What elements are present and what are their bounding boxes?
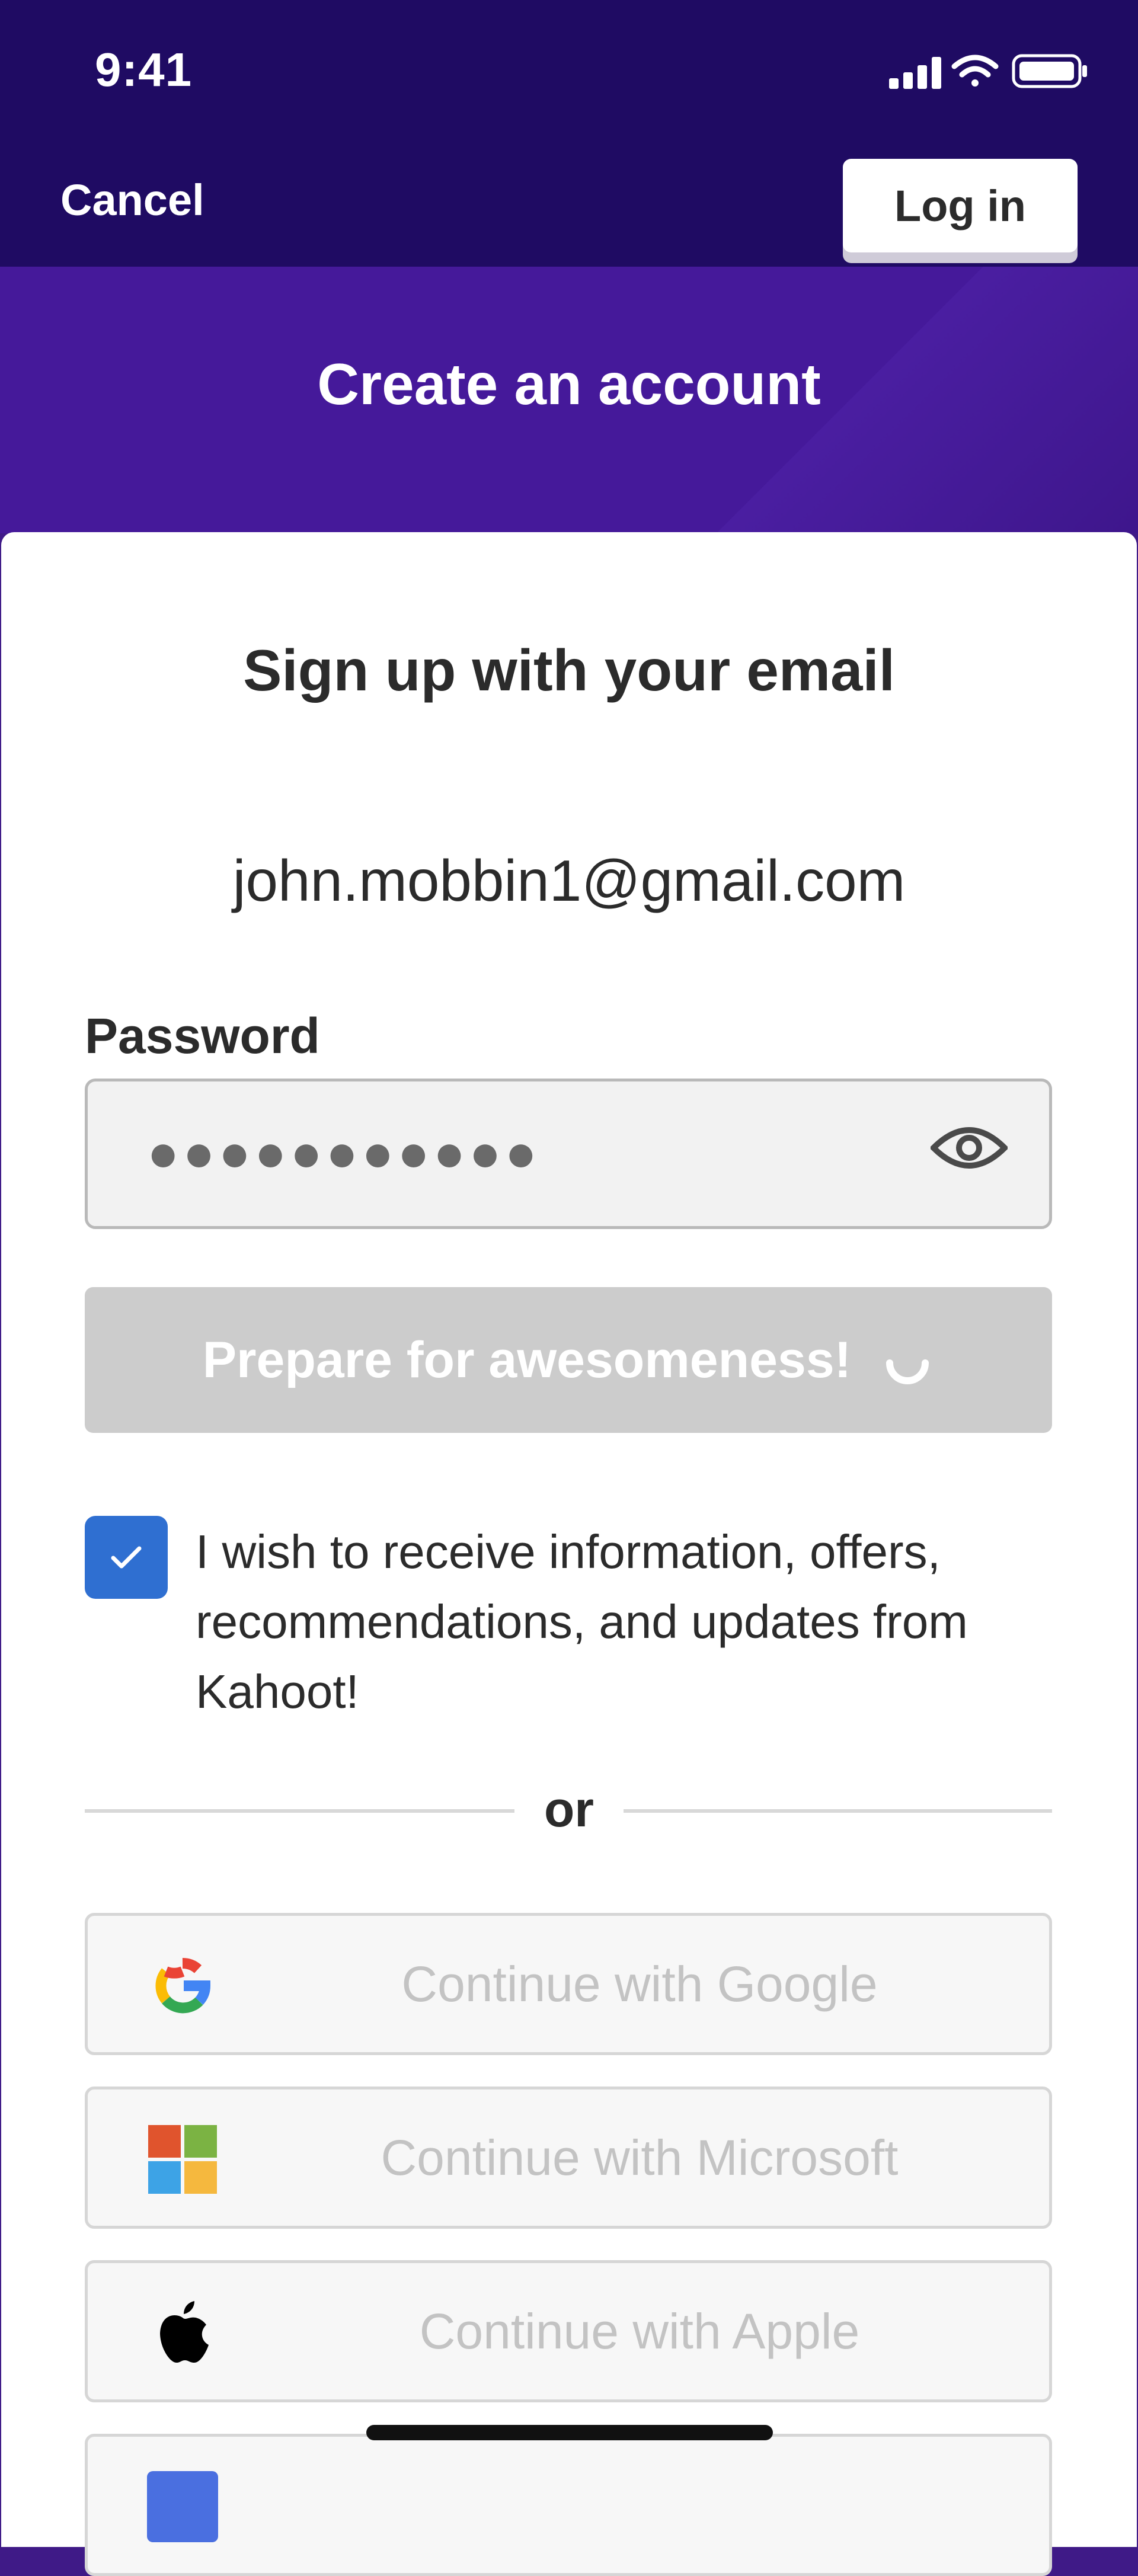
top-bar: 9:41 Cancel Log in (0, 0, 1138, 267)
consent-checkbox[interactable] (85, 1516, 168, 1599)
microsoft-label: Continue with Microsoft (381, 2130, 899, 2185)
consent-text: I wish to receive information, offers, r… (196, 1525, 968, 1718)
wifi-icon (951, 55, 999, 87)
divider-or: or (544, 1781, 594, 1837)
submit-button[interactable]: Prepare for awesomeness! (85, 1287, 1052, 1433)
cancel-button[interactable]: Cancel (60, 175, 204, 225)
status-time: 9:41 (95, 43, 193, 96)
login-button[interactable]: Log in (843, 159, 1078, 252)
eye-icon[interactable] (931, 1118, 1008, 1177)
divider-line-right (624, 1809, 1052, 1813)
microsoft-icon (148, 2125, 217, 2194)
password-value: ●●●●●●●●●●● (147, 1124, 541, 1183)
password-label: Password (85, 1008, 320, 1064)
apple-label: Continue with Apple (419, 2303, 860, 2359)
email-display: john.mobbin1@gmail.com (232, 848, 906, 913)
hero-banner: Create an account (0, 267, 1138, 533)
battery-icon (1012, 54, 1087, 88)
submit-label: Prepare for awesomeness! (202, 1331, 852, 1388)
google-label: Continue with Google (401, 1956, 878, 2012)
continue-other-button[interactable] (85, 2434, 1052, 2576)
google-icon (155, 1958, 210, 2014)
loading-spinner-icon (886, 1359, 929, 1384)
checkmark-icon (111, 1546, 142, 1569)
divider-line-left (85, 1809, 514, 1813)
page-title: Create an account (317, 351, 821, 417)
continue-google-button[interactable]: Continue with Google (85, 1913, 1052, 2055)
password-field[interactable]: ●●●●●●●●●●● (85, 1079, 1052, 1229)
continue-apple-button[interactable]: Continue with Apple (85, 2260, 1052, 2402)
status-icons (889, 54, 1087, 89)
signal-icon (889, 57, 941, 89)
apple-icon (160, 2301, 209, 2363)
home-indicator (366, 2425, 773, 2440)
partial-brand-icon (147, 2471, 218, 2542)
continue-microsoft-button[interactable]: Continue with Microsoft (85, 2087, 1052, 2229)
form-heading: Sign up with your email (243, 638, 895, 703)
